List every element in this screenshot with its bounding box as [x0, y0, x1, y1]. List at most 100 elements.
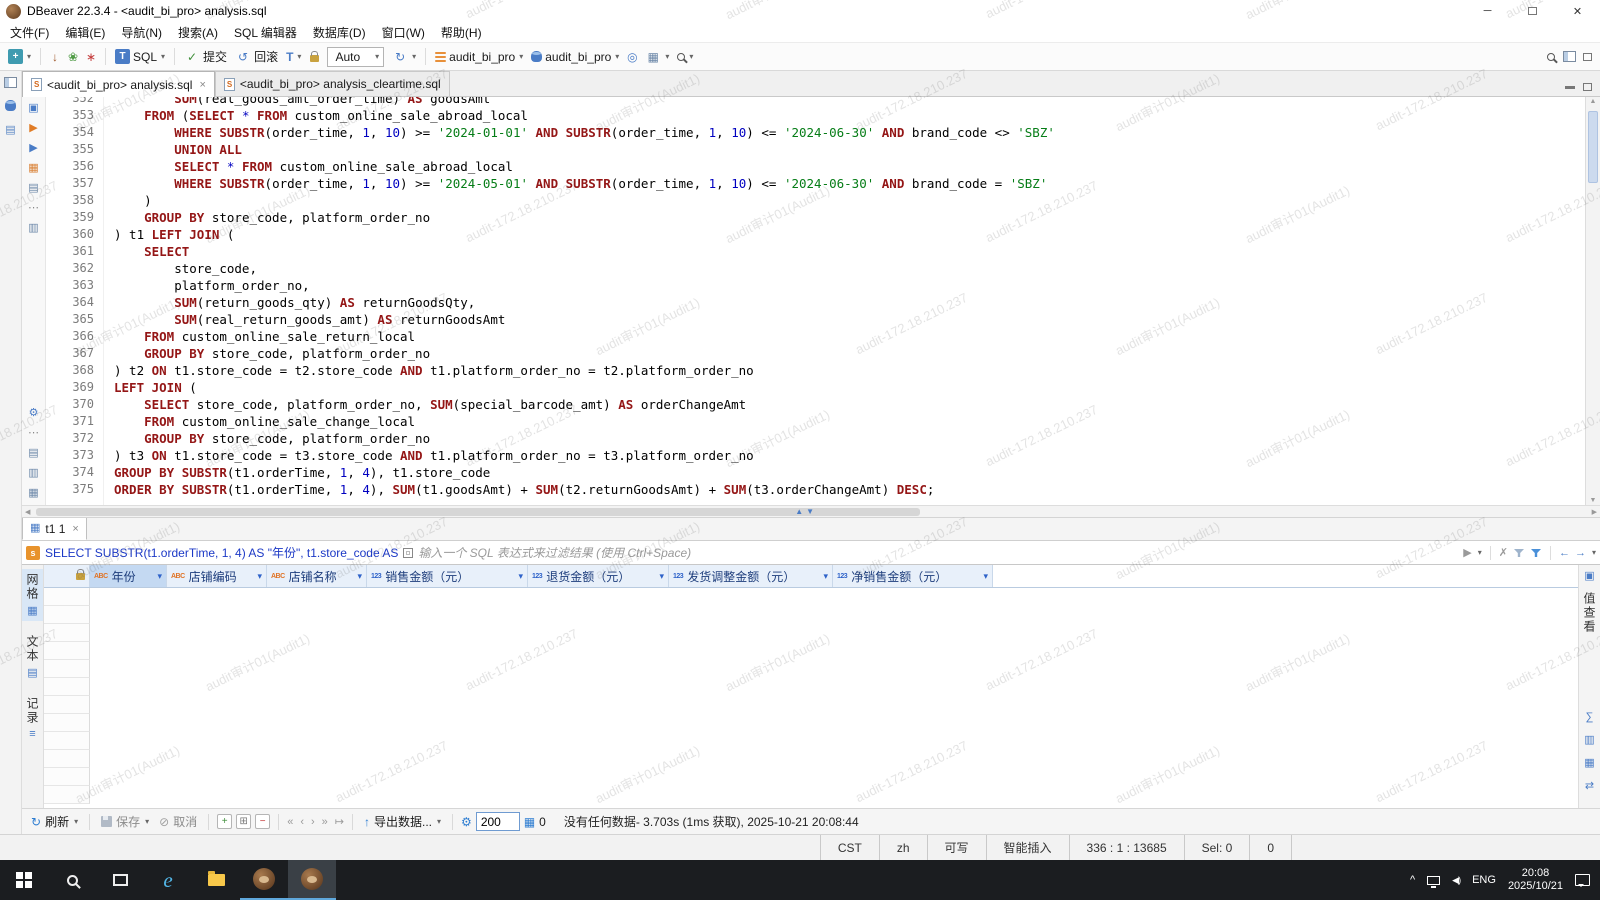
start-button[interactable] — [0, 860, 48, 900]
layout-button[interactable]: ▦ ▾ — [642, 49, 672, 65]
column-header[interactable]: 123 退货金额（元） ▾ — [528, 565, 669, 587]
scroll-up-icon[interactable]: ▲ — [1586, 98, 1600, 105]
grid-row[interactable] — [44, 732, 1578, 750]
cancel-button[interactable]: ⊘ 取消 — [156, 812, 200, 831]
nav-history-icon[interactable]: ▾ — [1592, 548, 1596, 557]
sash-up-icon[interactable]: ▲ — [795, 506, 803, 518]
lock-icon[interactable] — [306, 51, 322, 62]
save-button[interactable]: 保存 ▾ — [98, 812, 152, 831]
column-header[interactable]: 123 销售金额（元） ▾ — [367, 565, 528, 587]
panel-toggle-icon[interactable]: ▣ — [1584, 569, 1594, 582]
settings-gear-icon[interactable]: ⚙ — [29, 408, 39, 419]
schema-selector[interactable]: audit_bi_pro ▾ — [528, 48, 622, 66]
grid-row[interactable] — [44, 714, 1578, 732]
scroll-right-icon[interactable]: ▶ — [1589, 506, 1600, 517]
row-header-cell[interactable] — [44, 660, 90, 678]
statusbar-item[interactable]: 智能插入 — [985, 835, 1069, 860]
templates-icon[interactable]: ▦ — [28, 488, 38, 499]
execute-statement-icon[interactable]: ▶ — [29, 123, 37, 134]
code-lines[interactable]: SUM(real_goods_amt_order_time) AS goodsA… — [104, 97, 1585, 505]
grid-row[interactable] — [44, 588, 1578, 606]
clear-filter-icon[interactable]: ✗ — [1499, 546, 1508, 559]
action-center-icon[interactable] — [1575, 874, 1590, 887]
grid-row[interactable] — [44, 768, 1578, 786]
close-window-button[interactable]: ✕ — [1555, 0, 1600, 22]
search-dropdown-button[interactable]: ▾ — [674, 50, 696, 63]
connection-selector[interactable]: audit_bi_pro ▾ — [432, 48, 526, 66]
row-count-icon[interactable]: ▤ — [28, 183, 38, 194]
view-tab-grid[interactable]: 网格 ▦ — [22, 569, 43, 621]
red-asterisk-icon[interactable]: ∗ — [83, 51, 99, 63]
menu-item[interactable]: 编辑(E) — [57, 22, 113, 43]
grid-row[interactable] — [44, 750, 1578, 768]
filter-query-text[interactable]: SELECT SUBSTR(t1.orderTime, 1, 4) AS "年份… — [45, 544, 398, 561]
export-data-button[interactable]: ↑ 导出数据... ▾ — [361, 812, 444, 831]
statusbar-item[interactable]: zh — [878, 835, 927, 860]
more-actions-icon[interactable]: ⋯ — [28, 203, 39, 214]
execute-script-icon[interactable]: ▶ — [29, 143, 37, 154]
taskbar-clock[interactable]: 20:08 2025/10/21 — [1508, 867, 1563, 893]
menu-item[interactable]: 导航(N) — [113, 22, 170, 43]
tray-expand-icon[interactable]: ^ — [1410, 874, 1415, 886]
row-header-cell[interactable] — [44, 732, 90, 750]
fetch-size-input[interactable] — [475, 812, 520, 831]
transaction-log-button[interactable]: ↻ ▾ — [389, 49, 419, 65]
column-dropdown-icon[interactable]: ▾ — [157, 571, 162, 582]
projects-icon[interactable]: ▤ — [5, 123, 15, 136]
expand-filter-icon[interactable] — [403, 547, 414, 558]
perspective-icon[interactable] — [1561, 51, 1577, 62]
edit-filter-icon[interactable] — [1513, 547, 1525, 559]
previous-row-icon[interactable]: ‹ — [300, 816, 304, 828]
sash-down-icon[interactable]: ▼ — [806, 506, 814, 518]
scrollbar-thumb[interactable] — [1588, 111, 1598, 183]
scroll-down-icon[interactable]: ▼ — [1586, 497, 1600, 504]
autocommit-combo[interactable]: Auto ▾ — [327, 46, 385, 67]
view-tab-record[interactable]: 记录 ≡ — [22, 693, 43, 744]
editor-area-icon[interactable] — [1579, 52, 1595, 61]
compass-icon[interactable]: ◎ — [624, 51, 640, 63]
filter-history-icon[interactable]: ▾ — [1478, 548, 1482, 557]
restore-panel-icon[interactable] — [4, 77, 17, 91]
internet-explorer-button[interactable]: e — [144, 860, 192, 900]
delete-row-icon[interactable]: − — [255, 814, 271, 829]
transaction-mode-button[interactable]: T ▾ — [283, 48, 304, 66]
row-header-cell[interactable] — [44, 678, 90, 696]
taskbar-search-button[interactable] — [48, 860, 96, 900]
editor-horizontal-scrollbar[interactable]: ◀ ▲ ▼ ▶ — [22, 505, 1600, 518]
menu-item[interactable]: SQL 编辑器 — [226, 22, 305, 43]
code-area[interactable]: 352 353 354 355 356 357 358 359 360 361 362 363 364 3… — [46, 97, 1585, 505]
restore-window-button[interactable] — [1510, 0, 1555, 22]
save-to-file-icon[interactable]: ▤ — [28, 448, 38, 459]
row-header-cell[interactable] — [44, 642, 90, 660]
add-row-icon[interactable]: + — [217, 814, 233, 829]
language-indicator[interactable]: ENG — [1472, 874, 1496, 886]
next-row-icon[interactable]: › — [311, 816, 315, 828]
file-explorer-button[interactable] — [192, 860, 240, 900]
grid-row[interactable] — [44, 660, 1578, 678]
dbeaver-taskbar-button[interactable] — [240, 860, 288, 900]
column-dropdown-icon[interactable]: ▾ — [983, 571, 988, 582]
scroll-left-icon[interactable]: ◀ — [22, 506, 33, 517]
column-dropdown-icon[interactable]: ▾ — [357, 571, 362, 582]
column-header[interactable]: ABC 年份 ▾ — [90, 565, 167, 587]
grid-row[interactable] — [44, 678, 1578, 696]
statusbar-item[interactable]: CST — [819, 835, 879, 860]
result-settings-gear-icon[interactable]: ⚙ — [461, 816, 472, 828]
metadata-panel-icon[interactable]: ▥ — [1584, 733, 1594, 746]
more-icon[interactable]: ⋯ — [28, 428, 39, 439]
references-panel-icon[interactable]: ⇄ — [1585, 779, 1594, 792]
column-header[interactable]: ABC 店铺名称 ▾ — [267, 565, 367, 587]
grid-row[interactable] — [44, 624, 1578, 642]
statusbar-item[interactable]: Sel: 0 — [1183, 835, 1250, 860]
task-view-button[interactable] — [96, 860, 144, 900]
filter-input[interactable]: 输入一个 SQL 表达式来过滤结果 (使用 Ctrl+Space) — [418, 544, 1458, 561]
quick-search-icon[interactable] — [1543, 52, 1559, 61]
forward-arrow-icon[interactable]: → — [1575, 547, 1586, 559]
down-arrow-icon[interactable]: ↓ — [47, 51, 63, 63]
duplicate-row-icon[interactable]: ⊞ — [236, 814, 252, 829]
row-header-cell[interactable] — [44, 786, 90, 804]
row-header-cell[interactable] — [44, 624, 90, 642]
row-header-cell[interactable] — [44, 696, 90, 714]
grid-row[interactable] — [44, 786, 1578, 804]
back-arrow-icon[interactable]: ← — [1559, 547, 1570, 559]
